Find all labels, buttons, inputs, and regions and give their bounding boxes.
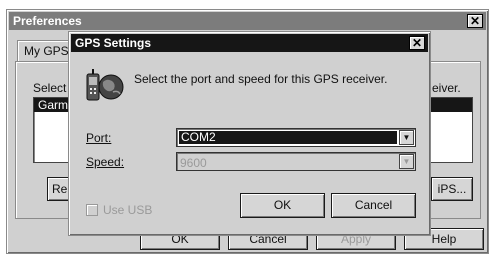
port-value-text: COM2 xyxy=(181,130,216,144)
gps-button[interactable]: iPS... xyxy=(431,177,473,201)
gps-settings-close-icon[interactable]: ✕ xyxy=(409,36,425,50)
preferences-close-icon[interactable]: ✕ xyxy=(467,14,483,28)
speed-select-value: 9600 xyxy=(180,156,207,170)
use-usb-label: Use USB xyxy=(103,203,153,217)
port-select-value: COM2 xyxy=(179,131,397,144)
tab-my-gps[interactable]: My GPS xyxy=(17,40,76,62)
port-select[interactable]: COM2 ▼ xyxy=(176,128,416,147)
preferences-help-label: Help xyxy=(431,232,457,246)
gps-ok-button[interactable]: OK xyxy=(240,193,325,218)
use-usb-checkbox[interactable] xyxy=(86,204,98,216)
preferences-title: Preferences xyxy=(13,14,82,28)
speed-value-text: 9600 xyxy=(180,156,207,170)
gps-list-right xyxy=(428,97,473,163)
select-text: Select xyxy=(33,81,67,95)
gps-settings-dialog: GPS Settings ✕ Select the port and speed… xyxy=(68,31,431,236)
speed-label-text: Speed: xyxy=(86,155,125,169)
chevron-down-icon[interactable]: ▼ xyxy=(399,130,414,145)
list-item[interactable]: Garmin xyxy=(34,98,77,112)
gps-ok-label: OK xyxy=(273,198,292,212)
gps-instruction-text: Select the port and speed for this GPS r… xyxy=(134,72,388,86)
gps-settings-titlebar[interactable]: GPS Settings ✕ xyxy=(71,34,428,52)
preferences-titlebar[interactable]: Preferences ✕ xyxy=(9,12,486,30)
receiver-text: eiver. xyxy=(432,81,461,95)
port-label: Port: xyxy=(86,131,111,145)
gps-button-label: iPS... xyxy=(437,182,467,196)
gps-settings-title: GPS Settings xyxy=(75,36,152,50)
speed-label: Speed: xyxy=(86,155,124,169)
gps-cancel-label: Cancel xyxy=(354,198,393,212)
port-label-text: Port: xyxy=(86,131,112,145)
gps-cancel-button[interactable]: Cancel xyxy=(331,193,416,218)
gps-list[interactable]: Garmin xyxy=(33,97,77,163)
list-item-selected[interactable] xyxy=(429,98,472,112)
tab-my-gps-label: My GPS xyxy=(24,44,69,58)
chevron-down-icon[interactable]: ▼ xyxy=(399,154,414,169)
speed-select[interactable]: 9600 ▼ xyxy=(176,152,416,171)
gps-receiver-icon xyxy=(85,68,125,106)
